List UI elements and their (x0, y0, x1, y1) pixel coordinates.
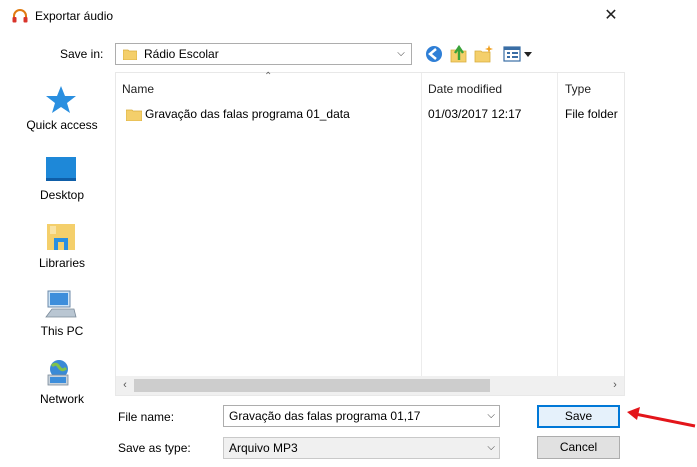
save-in-label: Save in: (60, 47, 104, 61)
star-icon (46, 86, 76, 113)
network-icon (47, 360, 69, 386)
new-folder-icon[interactable] (474, 44, 494, 64)
file-name: Gravação das falas programa 01_data (145, 107, 350, 121)
save-as-type-value: Arquivo MP3 (229, 441, 298, 455)
file-date: 01/03/2017 12:17 (428, 107, 522, 121)
libraries-icon (47, 224, 75, 250)
place-label: Quick access (26, 118, 98, 132)
chevron-down-icon: ⌵ (397, 48, 405, 59)
save-in-dropdown[interactable]: Rádio Escolar ⌵ (115, 43, 412, 65)
close-button[interactable]: ✕ (596, 4, 626, 28)
cancel-button[interactable]: Cancel (537, 436, 620, 459)
horizontal-scrollbar[interactable]: ‹ › (116, 376, 624, 395)
folder-icon (126, 109, 142, 121)
file-name-value: Gravação das falas programa 01,17 (229, 409, 421, 423)
save-as-type-dropdown[interactable]: Arquivo MP3 ⌵ (223, 437, 500, 459)
file-name-field[interactable]: Gravação das falas programa 01,17 ⌵ (223, 405, 500, 427)
back-icon[interactable] (424, 44, 444, 64)
save-button[interactable]: Save (537, 405, 620, 428)
annotation-arrow-icon (627, 407, 696, 428)
place-label: Libraries (38, 256, 86, 270)
column-header-date-modified[interactable]: Date modified (428, 82, 502, 96)
sort-ascending-icon: ⌃ (264, 71, 273, 82)
places-bar: Quick access Desktop Libraries This PC N… (14, 72, 110, 412)
views-menu-icon[interactable] (502, 44, 534, 64)
title-bar: Exportar áudio ✕ (0, 0, 697, 32)
file-row[interactable]: Gravação das falas programa 01_data 01/0… (122, 105, 622, 125)
scroll-right-icon[interactable]: › (608, 378, 622, 392)
place-label: Network (39, 392, 84, 406)
place-this-pc[interactable]: This PC (14, 290, 110, 354)
place-network[interactable]: Network (14, 358, 110, 422)
save-in-value: Rádio Escolar (144, 47, 219, 61)
place-label: This PC (40, 324, 84, 338)
place-label: Desktop (39, 188, 85, 202)
computer-icon (45, 290, 77, 318)
scroll-left-icon[interactable]: ‹ (118, 378, 132, 392)
column-header-type[interactable]: Type (565, 82, 591, 96)
place-libraries[interactable]: Libraries (14, 222, 110, 286)
file-type: File folder (565, 107, 618, 121)
up-folder-icon[interactable] (449, 44, 469, 64)
place-desktop[interactable]: Desktop (14, 154, 110, 218)
column-header-name[interactable]: Name (122, 82, 154, 96)
headphones-icon (12, 9, 28, 23)
chevron-down-icon[interactable]: ⌵ (487, 410, 495, 421)
chevron-down-icon: ⌵ (487, 442, 495, 453)
place-quick-access[interactable]: Quick access (14, 84, 110, 148)
desktop-icon (46, 157, 76, 181)
window-title: Exportar áudio (35, 9, 114, 23)
folder-icon (123, 49, 137, 60)
file-name-label: File name: (118, 410, 175, 424)
scrollbar-thumb[interactable] (134, 379, 490, 392)
file-list[interactable]: ⌃ Name Date modified Type Gravação das f… (115, 71, 625, 396)
save-as-type-label: Save as type: (118, 441, 191, 455)
